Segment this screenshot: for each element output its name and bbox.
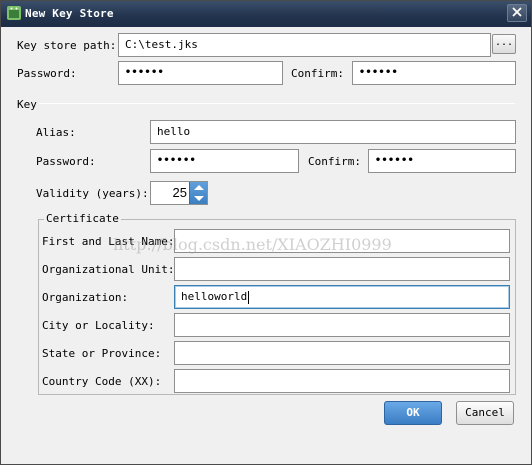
- certificate-legend: Certificate: [44, 212, 121, 225]
- state-province-label: State or Province:: [42, 347, 162, 360]
- window-title: New Key Store: [25, 7, 114, 20]
- organization-input[interactable]: helloworld: [174, 285, 510, 309]
- android-studio-icon: [5, 4, 23, 22]
- keystore-password-label: Password:: [17, 67, 77, 80]
- keystore-password-input[interactable]: ••••••: [118, 61, 283, 85]
- spinner-down-icon[interactable]: [194, 196, 204, 201]
- organization-value[interactable]: helloworld: [181, 290, 247, 303]
- key-password-label: Password:: [36, 155, 96, 168]
- alias-input[interactable]: hello: [150, 120, 516, 144]
- close-icon: [512, 6, 522, 20]
- key-confirm-input[interactable]: ••••••: [368, 149, 516, 173]
- key-password-input[interactable]: ••••••: [150, 149, 299, 173]
- organization-label: Organization:: [42, 291, 129, 304]
- key-section-separator: [39, 103, 515, 104]
- ok-button[interactable]: OK: [384, 401, 442, 425]
- organizational-unit-input[interactable]: [174, 257, 510, 281]
- first-last-name-label: First and Last Name:: [42, 235, 175, 248]
- browse-button[interactable]: ...: [492, 34, 516, 54]
- validity-value[interactable]: 25: [151, 182, 189, 204]
- key-confirm-label: Confirm:: [308, 155, 361, 168]
- alias-label: Alias:: [36, 126, 76, 139]
- title-bar[interactable]: New Key Store: [1, 1, 531, 27]
- organizational-unit-label: Organizational Unit:: [42, 263, 175, 276]
- spinner-up-icon[interactable]: [194, 185, 204, 190]
- cancel-button[interactable]: Cancel: [456, 401, 514, 425]
- country-code-input[interactable]: [174, 369, 510, 393]
- text-cursor: [248, 290, 250, 304]
- close-button[interactable]: [507, 4, 527, 22]
- new-key-store-dialog: New Key Store Key store path: C:\test.jk…: [0, 0, 532, 465]
- keystore-confirm-input[interactable]: ••••••: [352, 61, 516, 85]
- city-locality-input[interactable]: [174, 313, 510, 337]
- city-locality-label: City or Locality:: [42, 319, 155, 332]
- key-section-label: Key: [17, 98, 37, 111]
- dialog-content: Key store path: C:\test.jks ... Password…: [1, 27, 531, 464]
- first-last-name-input[interactable]: [174, 229, 510, 253]
- validity-label: Validity (years):: [36, 187, 149, 200]
- country-code-label: Country Code (XX):: [42, 375, 162, 388]
- spinner-buttons[interactable]: [189, 182, 207, 204]
- state-province-input[interactable]: [174, 341, 510, 365]
- validity-spinner[interactable]: 25: [150, 181, 208, 205]
- keystore-confirm-label: Confirm:: [291, 67, 344, 80]
- key-store-path-input[interactable]: C:\test.jks: [118, 33, 491, 57]
- key-store-path-label: Key store path:: [17, 39, 117, 52]
